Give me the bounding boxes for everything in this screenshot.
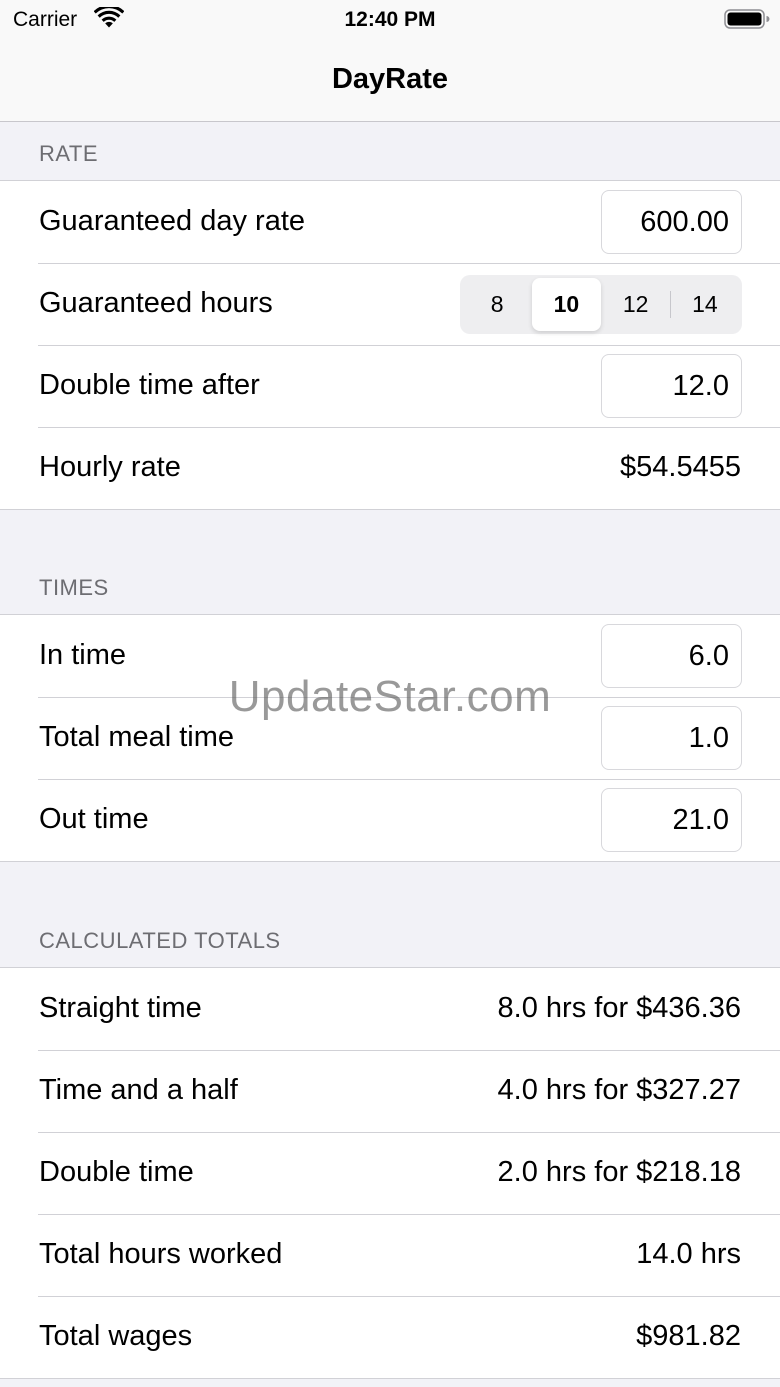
hourly-rate-value: $54.5455 — [620, 451, 741, 483]
status-bar: Carrier 12:40 PM — [0, 0, 780, 44]
guaranteed-hours-row: Guaranteed hours 8 10 12 14 — [0, 263, 780, 345]
hourly-rate-label: Hourly rate — [39, 451, 181, 483]
double-time-label: Double time — [39, 1156, 194, 1188]
day-rate-field[interactable] — [601, 190, 742, 254]
time-and-a-half-value: 4.0 hrs for $327.27 — [497, 1074, 741, 1106]
total-hours-value: 14.0 hrs — [636, 1238, 741, 1270]
section-header-times: TIMES — [39, 575, 109, 600]
status-time: 12:40 PM — [344, 8, 436, 31]
time-and-a-half-row: Time and a half 4.0 hrs for $327.27 — [0, 1050, 780, 1132]
straight-time-row: Straight time 8.0 hrs for $436.36 — [0, 968, 780, 1050]
section-header-totals: CALCULATED TOTALS — [39, 928, 281, 953]
totals-group: Straight time 8.0 hrs for $436.36 Time a… — [0, 967, 780, 1379]
total-wages-label: Total wages — [39, 1320, 193, 1352]
hours-segment-8[interactable]: 8 — [463, 278, 531, 331]
out-time-label: Out time — [39, 803, 149, 835]
double-time-row: Double time 2.0 hrs for $218.18 — [0, 1132, 780, 1214]
total-hours-label: Total hours worked — [39, 1238, 283, 1270]
total-wages-row: Total wages $981.82 — [0, 1296, 780, 1378]
double-time-value: 2.0 hrs for $218.18 — [497, 1156, 741, 1188]
hours-segment-12[interactable]: 12 — [602, 278, 670, 331]
battery-icon — [724, 9, 770, 29]
double-time-after-field[interactable] — [601, 354, 742, 418]
double-time-after-row: Double time after — [0, 345, 780, 427]
double-time-after-label: Double time after — [39, 369, 260, 401]
times-group: In time Total meal time Out time — [0, 614, 780, 862]
section-header-rate: RATE — [39, 141, 99, 166]
navigation-bar: DayRate — [0, 44, 780, 122]
watermark-text: UpdateStar.com — [228, 672, 552, 721]
hours-segment-14[interactable]: 14 — [671, 278, 739, 331]
meal-time-label: Total meal time — [39, 721, 235, 753]
straight-time-value: 8.0 hrs for $436.36 — [497, 992, 741, 1024]
out-time-row: Out time — [0, 779, 780, 861]
guaranteed-hours-label: Guaranteed hours — [39, 287, 273, 319]
out-time-field[interactable] — [601, 788, 742, 852]
hours-segment-10[interactable]: 10 — [532, 278, 601, 331]
straight-time-label: Straight time — [39, 992, 202, 1024]
total-wages-value: $981.82 — [636, 1320, 741, 1352]
in-time-label: In time — [39, 639, 127, 671]
total-hours-row: Total hours worked 14.0 hrs — [0, 1214, 780, 1296]
day-rate-label: Guaranteed day rate — [39, 205, 306, 237]
hourly-rate-row: Hourly rate $54.5455 — [0, 427, 780, 509]
page-title: DayRate — [331, 63, 449, 95]
guaranteed-hours-control: 8 10 12 14 — [460, 275, 742, 334]
rate-group: Guaranteed day rate Guaranteed hours 8 1… — [0, 180, 780, 510]
time-and-a-half-label: Time and a half — [39, 1074, 238, 1106]
day-rate-row: Guaranteed day rate — [0, 181, 780, 263]
